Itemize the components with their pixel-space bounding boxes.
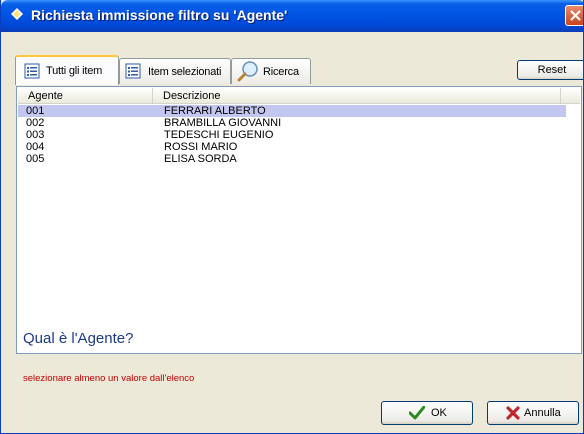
column-header-agente[interactable]: Agente: [18, 88, 153, 104]
checklist-icon: [125, 63, 141, 79]
prompt-hint: selezionare almeno un valore dall'elenco: [23, 373, 195, 384]
tab-tutti-gli-item[interactable]: Tutti gli item: [15, 55, 119, 85]
window-title: Richiesta immissione filtro su 'Agente': [31, 7, 288, 23]
title-bar[interactable]: Richiesta immissione filtro su 'Agente': [1, 0, 583, 32]
tab-label: Tutti gli item: [46, 65, 103, 77]
reset-button[interactable]: Reset: [517, 60, 583, 80]
agent-code: 004: [26, 141, 45, 153]
tab-item-selezionati[interactable]: Item selezionati: [119, 58, 231, 84]
dialog-body: Tutti gli item Item selezionati Ricerca …: [5, 32, 583, 430]
tab-label: Ricerca: [263, 66, 299, 78]
list-item[interactable]: 005 ELISA SORDA: [18, 153, 566, 165]
tab-ricerca[interactable]: Ricerca: [231, 58, 311, 84]
checkmark-icon: [409, 406, 425, 420]
list-icon: [24, 63, 40, 79]
agent-code: 001: [26, 105, 45, 117]
agent-list[interactable]: Agente Descrizione 001 FERRARI ALBERTO 0…: [16, 86, 582, 354]
ok-label: OK: [431, 407, 447, 419]
agent-description: FERRARI ALBERTO: [164, 105, 266, 117]
cancel-label: Annulla: [524, 407, 561, 419]
agent-code: 003: [26, 129, 45, 141]
agent-description: TEDESCHI EUGENIO: [164, 129, 274, 141]
list-item[interactable]: 002 BRAMBILLA GIOVANNI: [18, 117, 566, 129]
list-header: Agente Descrizione: [18, 88, 580, 104]
agent-code: 002: [26, 117, 45, 129]
close-icon: [570, 10, 581, 21]
prompt-question: Qual è l'Agente?: [23, 330, 134, 347]
agent-code: 005: [26, 153, 45, 165]
cancel-button[interactable]: Annulla: [487, 401, 579, 425]
cancel-x-icon: [506, 406, 520, 420]
magnifier-icon: [237, 61, 258, 82]
agent-description: BRAMBILLA GIOVANNI: [164, 117, 282, 129]
tab-label: Item selezionati: [148, 66, 222, 78]
column-header-descrizione[interactable]: Descrizione: [153, 88, 561, 104]
agent-description: ROSSI MARIO: [164, 141, 238, 153]
list-item[interactable]: 001 FERRARI ALBERTO: [18, 105, 566, 117]
agent-description: ELISA SORDA: [164, 153, 237, 165]
diamond-icon: [11, 8, 23, 20]
close-button[interactable]: [565, 5, 583, 26]
ok-button[interactable]: OK: [381, 401, 473, 425]
list-item[interactable]: 004 ROSSI MARIO: [18, 141, 566, 153]
dialog-window: Richiesta immissione filtro su 'Agente' …: [0, 0, 584, 434]
list-item[interactable]: 003 TEDESCHI EUGENIO: [18, 129, 566, 141]
